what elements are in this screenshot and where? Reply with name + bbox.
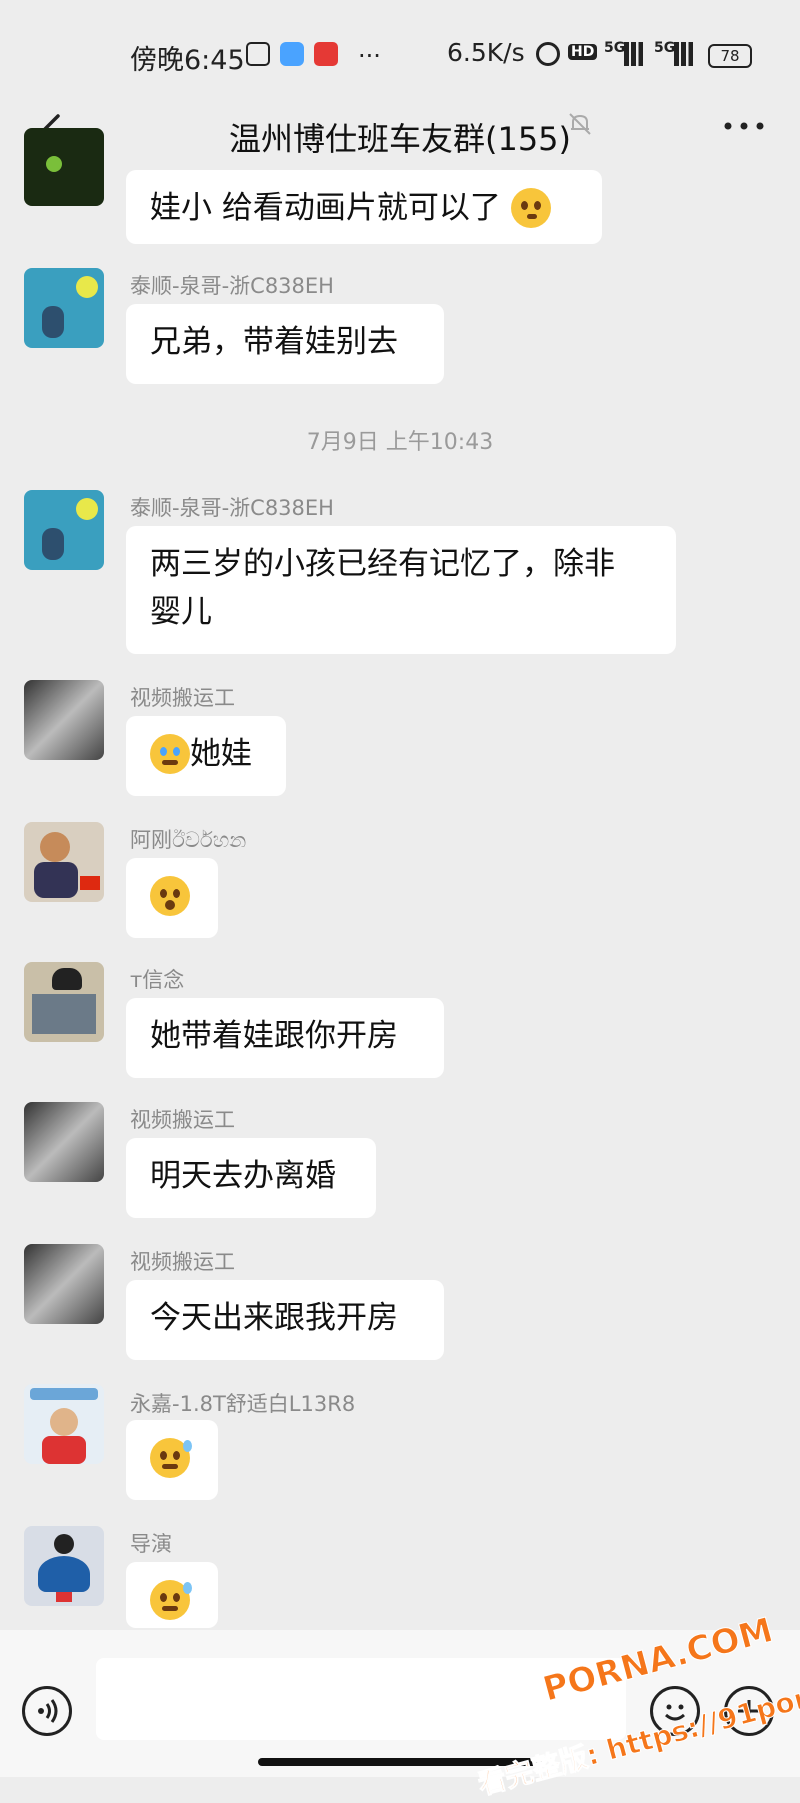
avatar[interactable] [24,1102,104,1182]
message-bubble[interactable] [126,1420,218,1500]
message-text-line-1: 两三岁的小孩已经有记忆了，除非 [150,546,615,582]
sender-name: т信念 [130,968,185,992]
voice-input-icon[interactable] [22,1686,72,1736]
alarm-icon [536,42,560,66]
avatar[interactable] [24,1384,104,1464]
sender-name: 导演 [130,1532,172,1556]
news-app-icon [314,42,338,66]
message-bubble[interactable]: 她带着娃跟你开房 [126,998,444,1078]
avatar[interactable] [24,1244,104,1324]
mute-bell-icon [569,113,591,135]
avatar[interactable] [24,680,104,760]
sender-name: 泰顺-泉哥-浙C838EH [130,496,334,520]
network-speed: 6.5K/s [447,38,525,67]
message-bubble[interactable]: 娃小 给看动画片就可以了 [126,170,602,244]
avatar[interactable] [24,1526,104,1606]
message-text: 她带着娃跟你开房 [150,1018,398,1054]
status-time: 傍晚6:45 [130,45,245,76]
more-options-icon[interactable] [722,118,766,134]
avatar[interactable] [24,962,104,1042]
chat-title: 温州博仕班车友群(155) [228,120,572,158]
signal-label-2: 5G [654,40,676,56]
signal-label-1: 5G [604,40,626,56]
signal-icon-2 [674,42,698,66]
message-bubble[interactable]: 她娃 [126,716,286,796]
battery-indicator: 78 [708,44,752,68]
message-bubble[interactable]: 今天出来跟我开房 [126,1280,444,1360]
signal-icon [624,42,648,66]
avatar[interactable] [24,490,104,570]
sender-name: 视频搬运工 [130,1108,235,1132]
sweat-smile-icon [150,1437,192,1478]
more-notifications-icon: ··· [358,42,381,70]
video-app-icon [280,42,304,66]
hd-badge: HD [568,44,598,60]
thinking-face-icon [510,187,551,228]
message-text: 娃小 给看动画片就可以了 [150,190,501,226]
sender-name: 视频搬运工 [130,1250,235,1274]
message-text: 兄弟，带着娃别去 [150,324,398,360]
message-bubble[interactable]: 两三岁的小孩已经有记忆了，除非 婴儿 [126,526,676,654]
avatar[interactable] [24,268,104,348]
message-text: 今天出来跟我开房 [150,1300,398,1336]
message-bubble[interactable]: 明天去办离婚 [126,1138,376,1218]
surprised-face-icon [150,875,190,916]
sender-name: 泰顺-泉哥-浙C838EH [130,274,334,298]
sweat-smile-icon [150,1579,192,1620]
message-bubble[interactable] [126,1562,218,1628]
status-bar: 傍晚6:45 ··· 6.5K/s HD 5G 5G 78 [0,0,800,100]
sender-name: 永嘉-1.8T舒适白L13R8 [130,1392,356,1416]
sender-name: 视频搬运工 [130,686,235,710]
app-notification-icon [246,42,270,66]
message-text-line-2: 婴儿 [150,594,212,630]
chat-header: 温州博仕班车友群(155) [0,100,800,172]
sender-name: 阿刚ඊර්වහන [130,828,247,852]
chat-timestamp: 7月9日 上午10:43 [306,430,494,455]
message-bubble[interactable] [126,858,218,938]
avatar[interactable] [24,128,104,206]
avatar[interactable] [24,822,104,902]
laughing-crying-icon [150,733,190,774]
message-text: 明天去办离婚 [150,1158,336,1194]
message-bubble[interactable]: 兄弟，带着娃别去 [126,304,444,384]
message-text: 她娃 [190,736,252,772]
